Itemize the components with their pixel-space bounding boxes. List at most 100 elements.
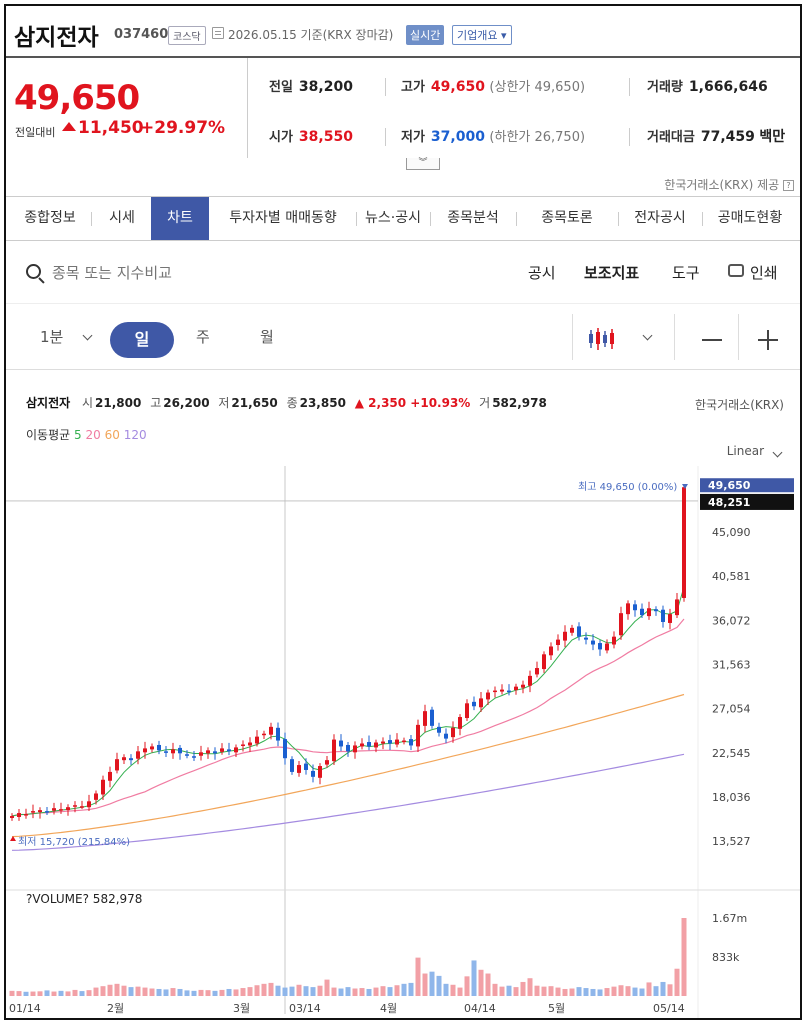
candle bbox=[269, 726, 273, 735]
volume-bar bbox=[443, 983, 449, 996]
y-tick-label: 48,251 bbox=[708, 496, 750, 509]
stock-page: 삼지전자 037460 코스닥 2026.05.15 기준(KRX 장마감) 실… bbox=[4, 4, 802, 1020]
candle bbox=[591, 640, 595, 645]
corp-info-button[interactable]: 기업개요 ▾ bbox=[452, 25, 512, 45]
candle bbox=[374, 742, 378, 748]
y-tick-label: 45,090 bbox=[712, 526, 751, 539]
candle bbox=[94, 793, 98, 800]
zoom-out-icon[interactable] bbox=[702, 339, 722, 341]
candle bbox=[430, 709, 434, 726]
candle bbox=[213, 751, 217, 754]
volume-bar bbox=[9, 990, 15, 996]
volume-bar bbox=[100, 986, 106, 996]
candle bbox=[598, 643, 602, 650]
tab-overview[interactable]: 종합정보 bbox=[12, 197, 88, 240]
candle bbox=[157, 744, 161, 751]
volume-bar bbox=[527, 978, 533, 996]
volume-bar bbox=[191, 990, 197, 996]
candle bbox=[556, 639, 560, 646]
volume-stat: 거래량 1,666,646 bbox=[647, 79, 768, 95]
candle bbox=[129, 758, 133, 761]
candle bbox=[535, 668, 539, 675]
candle bbox=[59, 809, 63, 811]
volume-bar bbox=[114, 983, 120, 996]
price-summary: 49,650 전일대비 11,450 +29.97% bbox=[6, 58, 248, 158]
stock-name[interactable]: 삼지전자 bbox=[14, 18, 99, 52]
search-icon[interactable] bbox=[26, 264, 41, 279]
y-tick-label: 36,072 bbox=[712, 614, 751, 627]
period-toolbar: 1분 일 주 월 bbox=[6, 304, 800, 370]
help-icon[interactable]: ? bbox=[783, 180, 794, 191]
volume-bar bbox=[429, 971, 435, 996]
volume-bar bbox=[597, 989, 603, 996]
stock-code: 037460 bbox=[114, 27, 169, 42]
chevron-down-icon[interactable] bbox=[82, 330, 93, 341]
volume-bar bbox=[30, 991, 36, 996]
candle bbox=[234, 747, 238, 753]
compare-search-input[interactable] bbox=[52, 260, 352, 286]
volume-bar bbox=[331, 987, 337, 996]
volume-bar bbox=[604, 988, 610, 996]
volume-bar bbox=[303, 986, 309, 996]
print-button[interactable]: 인쇄 bbox=[750, 262, 778, 283]
volume-bar bbox=[268, 982, 274, 996]
candle bbox=[416, 724, 420, 747]
candlestick-icon[interactable] bbox=[588, 326, 616, 352]
candle bbox=[577, 626, 581, 637]
volume-bar bbox=[16, 991, 22, 996]
candle bbox=[80, 806, 84, 808]
candle bbox=[619, 613, 623, 636]
scale-chevron-icon[interactable] bbox=[772, 447, 783, 458]
chart-type-chevron-icon[interactable] bbox=[642, 330, 653, 341]
tab-chart[interactable]: 차트 bbox=[151, 197, 209, 240]
volume-bar bbox=[401, 983, 407, 996]
period-week-button[interactable]: 주 bbox=[196, 326, 210, 347]
candle bbox=[206, 750, 210, 754]
volume-bar bbox=[394, 985, 400, 996]
price-chart[interactable]: 49,650 48,251 45,090 40,581 36,072 31,563 27,0… bbox=[6, 466, 802, 1020]
disclosure-button[interactable]: 공시 bbox=[528, 262, 556, 283]
x-tick-label: 3월 bbox=[233, 1002, 250, 1015]
candle bbox=[262, 733, 266, 736]
volume-bar bbox=[569, 988, 575, 996]
tab-quotes[interactable]: 시세 bbox=[94, 197, 150, 240]
indicators-button[interactable]: 보조지표 bbox=[584, 262, 639, 283]
calendar-icon bbox=[212, 27, 224, 39]
tab-investors[interactable]: 투자자별 매매동향 bbox=[212, 197, 354, 240]
candle bbox=[381, 741, 385, 744]
price-stats: 전일 38,200 고가 49,650 (상한가 49,650) 거래량 1,666,… bbox=[249, 58, 800, 158]
tab-disclosure[interactable]: 전자공시 bbox=[620, 197, 700, 240]
realtime-button[interactable]: 실시간 bbox=[406, 25, 445, 45]
candle bbox=[87, 801, 91, 808]
volume-bar bbox=[639, 988, 645, 996]
period-month-button[interactable]: 월 bbox=[260, 326, 274, 347]
change-percent: +29.97% bbox=[140, 118, 226, 138]
tab-news[interactable]: 뉴스·공시 bbox=[358, 197, 428, 240]
volume-bar bbox=[492, 983, 498, 996]
expand-chevron-icon[interactable]: ︾ bbox=[406, 158, 440, 170]
scale-select[interactable]: Linear bbox=[727, 444, 764, 458]
volume-bar bbox=[513, 987, 519, 996]
volume-bar bbox=[646, 982, 652, 996]
candle bbox=[353, 745, 357, 753]
print-icon[interactable] bbox=[728, 264, 744, 277]
stock-header: 삼지전자 037460 코스닥 2026.05.15 기준(KRX 장마감) 실… bbox=[6, 6, 800, 58]
tab-discussion[interactable]: 종목토론 bbox=[518, 197, 616, 240]
volume-bar bbox=[506, 985, 512, 996]
tab-short-selling[interactable]: 공매도현황 bbox=[704, 197, 796, 240]
zoom-in-icon[interactable] bbox=[758, 330, 778, 350]
y-tick-label: 18,036 bbox=[712, 791, 751, 804]
volume-bar bbox=[359, 988, 365, 996]
period-day-button[interactable]: 일 bbox=[110, 322, 174, 358]
candle bbox=[395, 739, 399, 745]
candle bbox=[339, 740, 343, 747]
minute-select[interactable]: 1분 bbox=[40, 326, 63, 347]
candle bbox=[486, 692, 490, 700]
candle bbox=[297, 765, 301, 773]
volume-bar bbox=[282, 987, 288, 996]
y-tick-label: 31,563 bbox=[712, 658, 751, 671]
day-high: 고가 49,650 (상한가 49,650) bbox=[401, 79, 586, 95]
candle bbox=[626, 603, 630, 615]
tools-button[interactable]: 도구 bbox=[672, 262, 700, 283]
tab-analysis[interactable]: 종목분석 bbox=[432, 197, 514, 240]
